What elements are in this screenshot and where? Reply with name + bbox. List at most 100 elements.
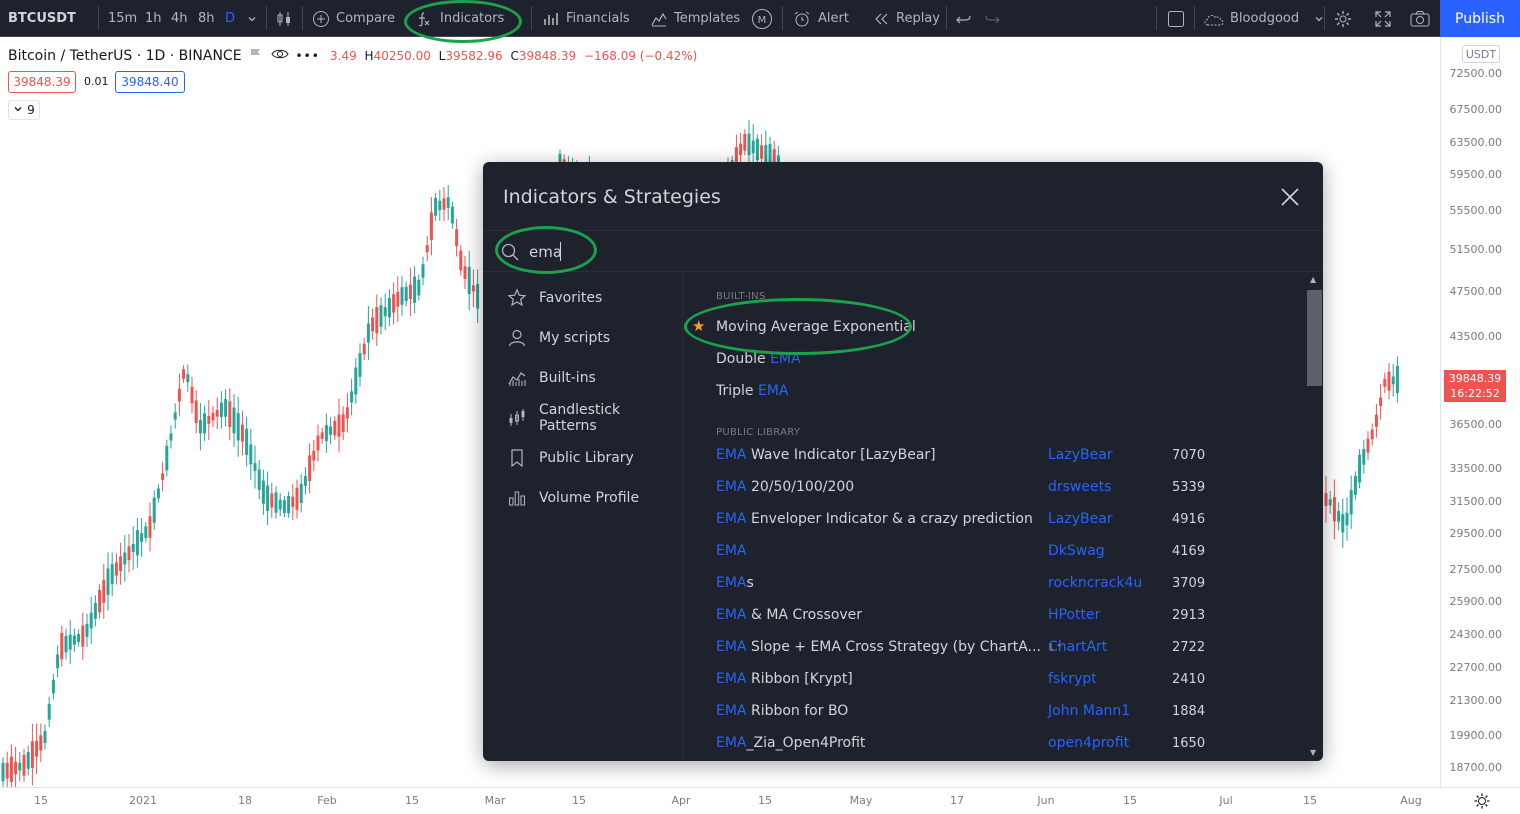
settings-button[interactable]: [1333, 0, 1353, 37]
scroll-up-icon[interactable]: ▲: [1310, 275, 1316, 284]
chart-type-button[interactable]: [275, 0, 293, 37]
candle-body: [755, 138, 759, 161]
candle-body: [266, 485, 270, 512]
financials-label: Financials: [566, 11, 630, 26]
result-public-0[interactable]: EMA Wave Indicator [LazyBear]: [716, 447, 936, 463]
result-author[interactable]: HPotter: [1048, 607, 1100, 623]
result-author[interactable]: fskrypt: [1048, 671, 1097, 687]
close-key: C: [510, 49, 519, 63]
result-author[interactable]: drsweets: [1048, 479, 1111, 495]
result-public-9[interactable]: EMA_Zia_Open4Profit: [716, 735, 865, 751]
price-axis[interactable]: 72500.00 67500.00 63500.00 59500.00 55500.00…: [1440, 37, 1520, 787]
sidebar-item-built-ins[interactable]: Built-ins: [507, 366, 596, 390]
templates-m-button[interactable]: M: [751, 0, 773, 37]
candle-body: [186, 374, 190, 383]
result-public-1[interactable]: EMA 20/50/100/200: [716, 479, 854, 495]
result-public-7[interactable]: EMA Ribbon [Krypt]: [716, 671, 853, 687]
result-public-4[interactable]: EMAs: [716, 575, 754, 591]
result-public-8[interactable]: EMA Ribbon for BO: [716, 703, 848, 719]
result-builtin-ema[interactable]: Moving Average Exponential: [716, 319, 916, 335]
templates-button[interactable]: Templates: [650, 0, 740, 37]
eye-icon[interactable]: [270, 46, 290, 66]
redo-button[interactable]: [983, 0, 1001, 37]
candle-body: [232, 407, 236, 434]
buy-price-button[interactable]: 39848.40: [115, 71, 185, 93]
undo-button[interactable]: [955, 0, 973, 37]
candle-body: [140, 533, 144, 542]
result-author[interactable]: LazyBear: [1048, 447, 1113, 463]
result-author[interactable]: rockncrack4u: [1048, 575, 1142, 591]
scroll-down-icon[interactable]: ▼: [1310, 748, 1316, 757]
results-scrollbar[interactable]: ▲ ▼: [1306, 272, 1323, 761]
flag-icon[interactable]: [248, 46, 264, 66]
fullscreen-button[interactable]: [1373, 0, 1393, 37]
time-axis[interactable]: 15 2021 18 Feb 15 Mar 15 Apr 15 May 17 Jun 15 Jul 15 Au…: [0, 787, 1520, 814]
result-builtin-double-ema[interactable]: Double EMA: [716, 351, 801, 367]
alarm-clock-icon: [792, 9, 812, 29]
indicators-toggle[interactable]: 9: [8, 100, 40, 120]
more-icon[interactable]: •••: [296, 49, 320, 63]
alert-button[interactable]: Alert: [792, 0, 849, 37]
result-public-6[interactable]: EMA Slope + EMA Cross Strategy (by Chart…: [716, 639, 1064, 655]
candles-icon: [507, 408, 527, 428]
timeframe-8h[interactable]: 8h: [198, 0, 215, 37]
square-icon: [1166, 9, 1186, 29]
financials-button[interactable]: Financials: [542, 0, 630, 37]
result-author[interactable]: LazyBear: [1048, 511, 1113, 527]
sidebar-item-public-library[interactable]: Public Library: [507, 446, 634, 470]
timeframe-4h[interactable]: 4h: [171, 0, 188, 37]
result-builtin-triple-ema[interactable]: Triple EMA: [716, 383, 789, 399]
timeframe-dropdown[interactable]: [246, 0, 258, 37]
toolbar-divider: [531, 6, 532, 30]
indicators-button[interactable]: Indicators: [415, 0, 504, 37]
star-filled-icon[interactable]: ★: [692, 317, 705, 335]
chevron-down-icon: [13, 103, 23, 117]
candle-body: [354, 367, 358, 395]
sidebar-item-my-scripts[interactable]: My scripts: [507, 326, 610, 350]
fullscreen-select-button[interactable]: [1166, 0, 1186, 37]
result-likes: 1884: [1172, 704, 1206, 719]
candle-body: [320, 432, 324, 439]
result-public-3[interactable]: EMA: [716, 543, 747, 559]
timeframe-1d[interactable]: D: [225, 0, 235, 37]
price-tick-label: 22700.00: [1449, 661, 1503, 674]
close-button[interactable]: [1279, 186, 1301, 208]
currency-badge[interactable]: USDT: [1462, 45, 1500, 63]
result-public-2[interactable]: EMA Enveloper Indicator & a crazy predic…: [716, 511, 1033, 527]
symbol-search-button[interactable]: BTCUSDT: [8, 0, 76, 37]
compare-button[interactable]: Compare: [312, 0, 395, 37]
result-author[interactable]: John Mann1: [1048, 703, 1130, 719]
candle-body: [135, 530, 139, 556]
candle-body: [51, 679, 55, 694]
result-author[interactable]: open4profit: [1048, 735, 1129, 751]
candle-body: [9, 756, 13, 782]
layout-menu-button[interactable]: Bloodgood: [1202, 0, 1325, 37]
sidebar-item-volume-profile[interactable]: Volume Profile: [507, 486, 639, 510]
close-icon: [1279, 188, 1301, 212]
timeframe-15m[interactable]: 15m: [108, 0, 137, 37]
result-public-5[interactable]: EMA & MA Crossover: [716, 607, 862, 623]
sell-price-button[interactable]: 39848.39: [8, 71, 76, 93]
chart-settings-button[interactable]: [1473, 792, 1491, 814]
dialog-title: Indicators & Strategies: [503, 186, 721, 208]
sidebar-item-favorites[interactable]: Favorites: [507, 286, 602, 310]
candle-body: [324, 425, 328, 442]
result-author[interactable]: ChartArt: [1048, 639, 1107, 655]
toolbar-divider: [1156, 6, 1157, 30]
candle-body: [358, 353, 362, 377]
candle-body: [421, 264, 425, 278]
candle-body: [1349, 490, 1353, 515]
legend-title[interactable]: Bitcoin / TetherUS · 1D · BINANCE •••: [8, 46, 320, 66]
candle-body: [68, 634, 72, 650]
candle-body: [345, 407, 349, 419]
replay-button[interactable]: Replay: [872, 0, 940, 37]
publish-button[interactable]: Publish: [1440, 0, 1520, 37]
search-input[interactable]: [529, 240, 829, 264]
time-tick-label: 15: [1123, 794, 1137, 807]
candle-body: [392, 294, 396, 313]
snapshot-button[interactable]: [1409, 0, 1431, 37]
scroll-thumb[interactable]: [1307, 290, 1322, 386]
sidebar-item-candlestick-patterns[interactable]: Candlestick Patterns: [507, 402, 682, 434]
result-author[interactable]: DkSwag: [1048, 543, 1105, 559]
timeframe-1h[interactable]: 1h: [145, 0, 162, 37]
